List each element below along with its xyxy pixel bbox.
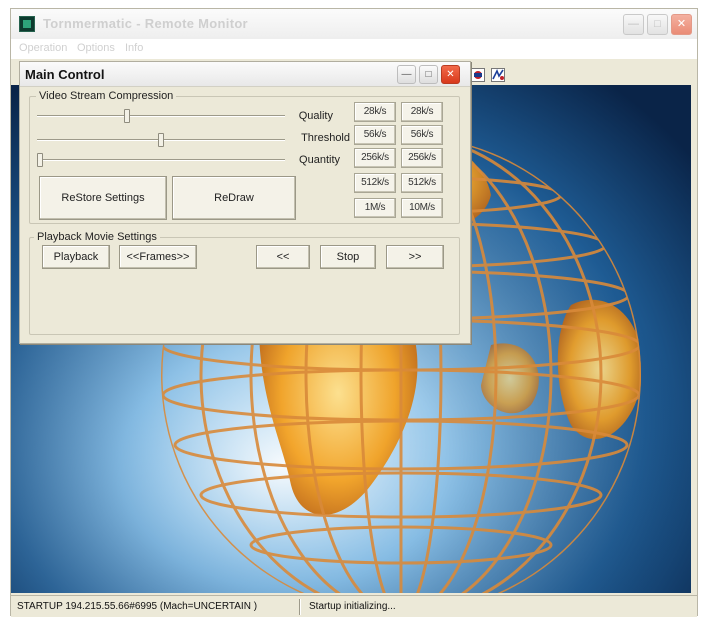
- close-icon[interactable]: ✕: [671, 14, 692, 35]
- app-icon: [19, 16, 35, 32]
- app-titlebar[interactable]: Tornmermatic - Remote Monitor — □ ✕: [11, 9, 697, 39]
- frames-button[interactable]: <<Frames>>: [119, 245, 197, 269]
- menubar: Operation Options Info: [11, 39, 697, 59]
- playback-button[interactable]: Playback: [42, 245, 110, 269]
- status-divider: [299, 599, 301, 615]
- status-message: Startup initializing...: [309, 601, 396, 612]
- redraw-button[interactable]: ReDraw: [172, 176, 296, 220]
- threshold-slider[interactable]: [37, 132, 285, 148]
- menu-operation[interactable]: Operation: [19, 42, 67, 54]
- forward-button[interactable]: >>: [386, 245, 444, 269]
- rewind-button[interactable]: <<: [256, 245, 310, 269]
- quality-slider-thumb[interactable]: [124, 109, 130, 123]
- video-compression-legend: Video Stream Compression: [36, 90, 177, 102]
- quantity-slider-thumb[interactable]: [37, 153, 43, 167]
- rate-button-56k-b[interactable]: 56k/s: [401, 125, 443, 145]
- rate-button-28k-a[interactable]: 28k/s: [354, 102, 396, 122]
- main-control-dialog: Main Control — □ ✕ Video Stream Compress…: [19, 61, 471, 344]
- threshold-label: Threshold: [301, 132, 350, 144]
- rate-button-28k-b[interactable]: 28k/s: [401, 102, 443, 122]
- rate-button-56k-a[interactable]: 56k/s: [354, 125, 396, 145]
- minimize-icon[interactable]: —: [623, 14, 644, 35]
- maximize-icon[interactable]: □: [647, 14, 668, 35]
- menu-options[interactable]: Options: [77, 42, 115, 54]
- rate-button-256k-a[interactable]: 256k/s: [354, 148, 396, 168]
- dialog-title: Main Control: [25, 67, 105, 82]
- restore-settings-button[interactable]: ReStore Settings: [39, 176, 167, 220]
- rate-button-256k-b[interactable]: 256k/s: [401, 148, 443, 168]
- rate-button-1m[interactable]: 1M/s: [354, 198, 396, 218]
- rate-button-10m[interactable]: 10M/s: [401, 198, 443, 218]
- quality-slider[interactable]: [37, 108, 285, 124]
- camera-icon[interactable]: [491, 68, 505, 82]
- playback-legend: Playback Movie Settings: [34, 231, 160, 243]
- dialog-close-icon[interactable]: ✕: [441, 65, 460, 84]
- rate-button-512k-a[interactable]: 512k/s: [354, 173, 396, 193]
- status-connection: STARTUP 194.215.55.66#6995 (Mach=UNCERTA…: [17, 601, 258, 612]
- menu-info[interactable]: Info: [125, 42, 143, 54]
- dialog-titlebar[interactable]: Main Control — □ ✕: [20, 62, 470, 87]
- quantity-label: Quantity: [299, 154, 340, 166]
- stop-button[interactable]: Stop: [320, 245, 376, 269]
- app-title: Tornmermatic - Remote Monitor: [43, 16, 248, 31]
- threshold-slider-thumb[interactable]: [158, 133, 164, 147]
- quantity-slider[interactable]: [37, 152, 285, 168]
- rate-button-512k-b[interactable]: 512k/s: [401, 173, 443, 193]
- dialog-minimize-icon[interactable]: —: [397, 65, 416, 84]
- statusbar: STARTUP 194.215.55.66#6995 (Mach=UNCERTA…: [11, 595, 697, 617]
- dialog-maximize-icon[interactable]: □: [419, 65, 438, 84]
- quality-label: Quality: [298, 110, 333, 122]
- record-icon[interactable]: [471, 68, 485, 82]
